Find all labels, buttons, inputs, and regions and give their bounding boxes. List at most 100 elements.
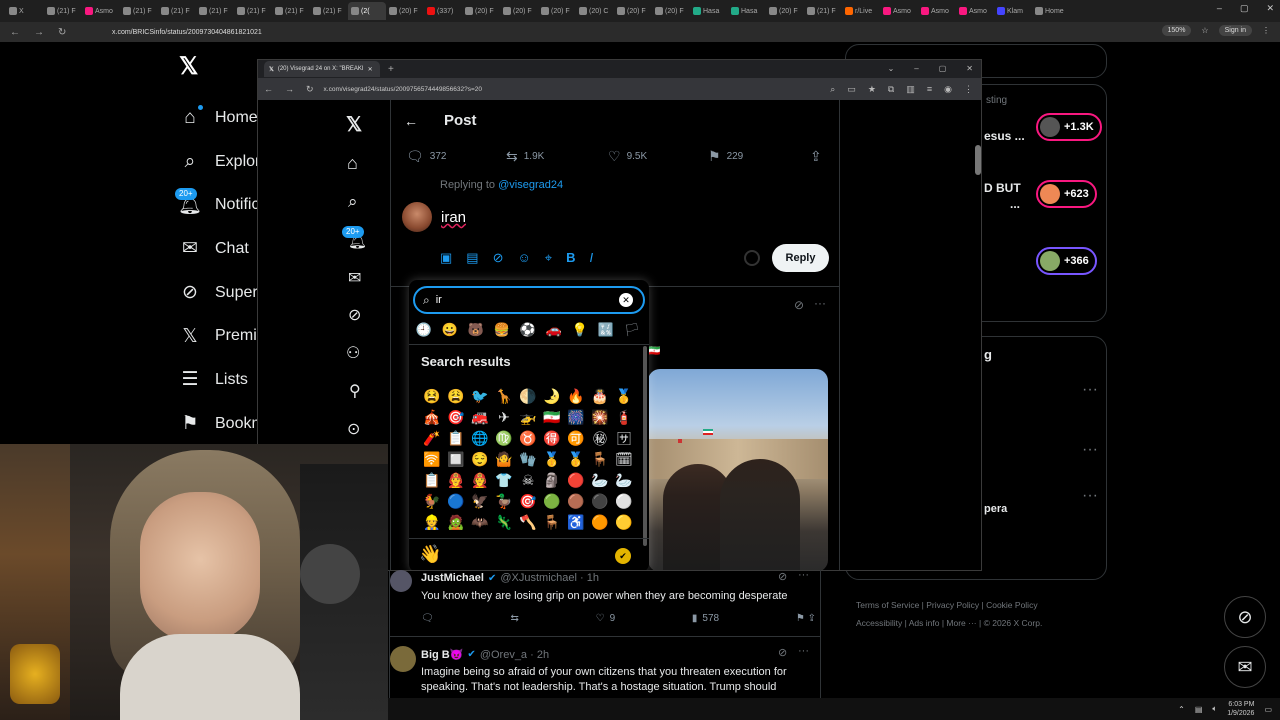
minimize-icon[interactable]: – (1217, 3, 1222, 14)
close-icon[interactable]: ✕ (368, 66, 373, 73)
notification-icon[interactable]: ▭ (1264, 705, 1272, 714)
maximize-icon[interactable]: ▢ (1240, 3, 1249, 14)
more-icon[interactable]: ··· (1082, 487, 1098, 505)
emoji-option[interactable]: 🦒 (492, 387, 516, 406)
browser-tab[interactable]: Asmo (918, 2, 956, 20)
mail-icon[interactable]: ✉ (348, 268, 361, 288)
star-icon[interactable]: ★ (868, 84, 876, 95)
emoji-option[interactable]: 🎆 (564, 408, 588, 427)
browser-tab[interactable]: (21) F (310, 2, 348, 20)
back-arrow-icon[interactable]: ← (404, 113, 418, 129)
browser-tab[interactable]: (21) F (196, 2, 234, 20)
reply-icon[interactable]: 🗨︎ (421, 613, 434, 624)
emoji-option[interactable]: 🦆 (492, 492, 516, 511)
bold-icon[interactable]: B (566, 250, 575, 266)
more-circle-icon[interactable]: ⊙ (347, 419, 360, 439)
emoji-option[interactable]: 😌 (468, 450, 492, 469)
emoji-option[interactable]: 🧑‍🚒 (468, 471, 492, 490)
emoji-option[interactable]: 🟠 (588, 513, 612, 532)
browser-tab[interactable]: X (6, 2, 44, 20)
x-logo[interactable]: 𝕏 (346, 112, 362, 137)
more-icon[interactable]: ··· (1082, 441, 1098, 459)
grok-icon[interactable]: ⊘ (1224, 596, 1266, 638)
emoji-category-tab[interactable]: 🐻 (463, 322, 489, 338)
reload-icon[interactable]: ↻ (58, 27, 72, 38)
emoji-option[interactable]: 👕 (492, 471, 516, 490)
browser-tab[interactable]: Hasa (728, 2, 766, 20)
emoji-option[interactable]: 🥇 (540, 450, 564, 469)
emoji-search-input[interactable]: ⌕ ir ✕ (413, 286, 645, 314)
emoji-option[interactable]: 🥇 (612, 387, 636, 406)
trend-2[interactable]: D BUT (984, 181, 1021, 195)
page-scrollbar[interactable] (975, 145, 981, 175)
close-icon[interactable]: ✕ (1266, 3, 1274, 14)
emoji-option[interactable]: 🎯 (444, 408, 468, 427)
outer-url[interactable]: x.com/BRICSinfo/status/20097304048618210… (112, 29, 262, 36)
emoji-option[interactable]: 🤷 (492, 450, 516, 469)
gif-icon[interactable]: ▤ (466, 250, 478, 266)
live-count-pill[interactable]: +1.3K (1036, 113, 1102, 141)
browser-tab[interactable]: Hasa (690, 2, 728, 20)
grok-icon[interactable]: ⊘ (794, 298, 804, 312)
emoji-option[interactable]: 🥇 (564, 450, 588, 469)
emoji-option[interactable]: 🦅 (468, 492, 492, 511)
forward-icon[interactable]: → (34, 27, 48, 38)
browser-tab[interactable]: (20) F (614, 2, 652, 20)
more-icon[interactable]: ··· (798, 645, 809, 657)
browser-tab[interactable]: (20) F (386, 2, 424, 20)
emoji-option[interactable]: 🦎 (492, 513, 516, 532)
reload-icon[interactable]: ↻ (306, 84, 314, 95)
emoji-category-tab[interactable]: ⚽ (515, 322, 541, 338)
inner-tab[interactable]: 𝕏 (20) Visegrad 24 on X: "BREAKI ✕ (264, 61, 380, 77)
clear-search-icon[interactable]: ✕ (619, 293, 633, 307)
emoji-option[interactable]: 🟡 (612, 513, 636, 532)
footer-link[interactable]: Ads info (909, 618, 940, 628)
signin-button[interactable]: Sign in (1218, 25, 1252, 36)
footer-link[interactable]: Cookie Policy (986, 600, 1038, 610)
emoji-option[interactable]: 🉑 (564, 429, 588, 448)
search-icon[interactable]: ⌕ (348, 192, 358, 212)
emoji-option[interactable]: 🟤 (564, 492, 588, 511)
trend-3[interactable]: ... (1010, 197, 1020, 211)
emoji-category-tab[interactable]: 🍔 (489, 322, 515, 338)
emoji-option[interactable]: 🎪 (420, 408, 444, 427)
menu-icon[interactable]: ⋮ (1262, 26, 1270, 35)
location-icon[interactable]: ⌖ (545, 250, 552, 266)
browser-tab[interactable]: (20) C (576, 2, 614, 20)
footer-link[interactable]: Accessibility (856, 618, 902, 628)
emoji-option[interactable]: 😫 (420, 387, 444, 406)
reply-handle[interactable]: @Orev_a · 2h (480, 649, 549, 661)
cast-icon[interactable]: ▭ (847, 84, 856, 95)
browser-tab[interactable]: Asmo (82, 2, 120, 20)
emoji-option[interactable]: 👨‍🚒 (444, 471, 468, 490)
browser-tab[interactable]: (20) F (538, 2, 576, 20)
emoji-option[interactable]: 🗿 (540, 471, 564, 490)
emoji-option[interactable]: ㊙ (588, 429, 612, 448)
zoom-indicator[interactable]: 150% (1161, 25, 1192, 36)
bookmark-count[interactable]: ⚑ 229 (708, 148, 743, 165)
emoji-category-tab[interactable]: 🕘 (411, 322, 437, 338)
emoji-option[interactable]: 🔥 (564, 387, 588, 406)
browser-tab[interactable]: Asmo (956, 2, 994, 20)
share-icon[interactable]: ⇪ (810, 148, 822, 165)
grok-icon[interactable]: ⊘ (348, 305, 361, 325)
close-icon[interactable]: ✕ (966, 64, 973, 73)
back-icon[interactable]: ← (10, 27, 24, 38)
new-tab-icon[interactable]: + (388, 64, 394, 75)
emoji-option[interactable]: 🪓 (516, 513, 540, 532)
reply-author[interactable]: JustMichael (421, 572, 484, 584)
browser-tab[interactable]: (20) F (462, 2, 500, 20)
browser-tab[interactable]: (20) F (766, 2, 804, 20)
emoji-option[interactable]: ⚫ (588, 492, 612, 511)
emoji-option[interactable]: 🌛 (540, 387, 564, 406)
more-icon[interactable]: ··· (814, 296, 826, 310)
emoji-option[interactable]: 🈂 (612, 429, 636, 448)
footer-link[interactable]: Privacy Policy (926, 600, 979, 610)
emoji-option[interactable]: 🪑 (540, 513, 564, 532)
trend-row[interactable]: pera (984, 503, 1007, 515)
bookmark-icon[interactable]: ⚑ ⇪ (796, 613, 816, 624)
network-icon[interactable]: ▤ (1195, 705, 1203, 714)
reply-count[interactable]: 🗨︎ 372 (406, 148, 446, 165)
italic-icon[interactable]: I (590, 250, 594, 266)
emoji-option[interactable]: 🎇 (588, 408, 612, 427)
